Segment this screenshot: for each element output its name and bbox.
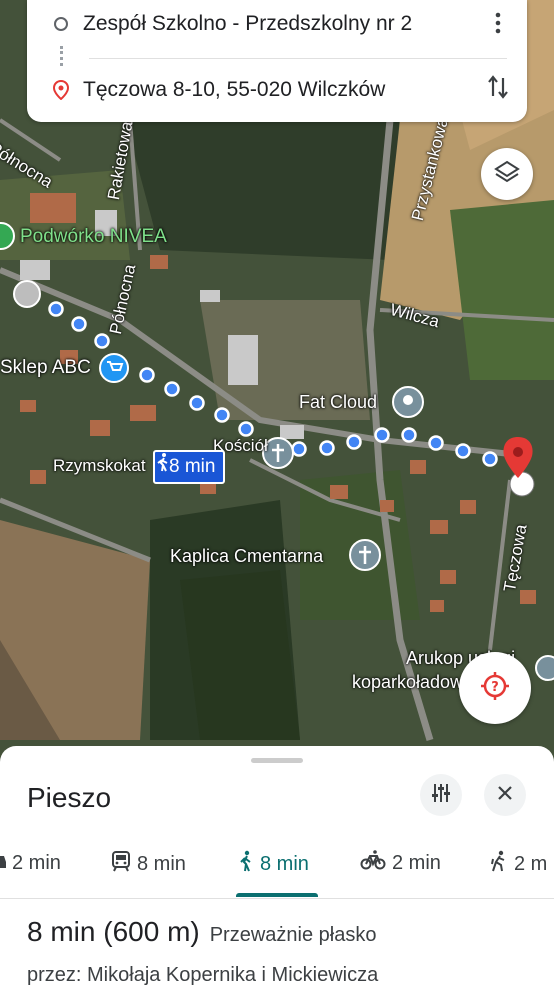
route-connector [60, 46, 66, 66]
directions-card: Zespół Szkolno - Przedszkolny nr 2 Tęczo… [27, 0, 527, 122]
selected-tab-indicator [236, 893, 318, 897]
route-terrain-note: Przeważnie płasko [209, 924, 377, 946]
tab-ride-label: 2 m [514, 852, 548, 875]
train-icon [111, 850, 131, 878]
map-label-kaplica[interactable]: Kaplica Cmentarna [170, 546, 323, 567]
map-label-sklep[interactable]: Sklep ABC [0, 357, 91, 379]
origin-row[interactable]: Zespół Szkolno - Przedszkolny nr 2 [53, 12, 487, 36]
walk-icon [238, 850, 254, 878]
sheet-drag-handle[interactable] [251, 758, 303, 763]
bike-icon [360, 850, 386, 876]
map-label-podworko[interactable]: Podwórko NIVEA [20, 226, 167, 248]
close-icon [497, 785, 513, 806]
destination-field[interactable]: Tęczowa 8-10, 55-020 Wilczków [83, 78, 385, 102]
swap-directions-icon[interactable] [487, 74, 509, 106]
ride-icon [490, 850, 508, 878]
svg-text:?: ? [491, 680, 499, 695]
tab-car[interactable]: 2 min [0, 850, 61, 876]
destination-pin-icon [53, 80, 83, 100]
field-divider [89, 58, 507, 59]
tab-walking-label: 8 min [260, 852, 309, 875]
sheet-title: Pieszo [27, 782, 112, 813]
route-badge-label: 8 min [169, 456, 216, 477]
tab-walking[interactable]: 8 min [238, 850, 309, 878]
destination-row[interactable]: Tęczowa 8-10, 55-020 Wilczków [53, 78, 487, 102]
tab-bike-label: 2 min [392, 851, 441, 874]
close-button[interactable] [484, 774, 526, 816]
route-via: przez: Mikołaja Kopernika i Mickiewicza [27, 964, 379, 986]
more-options-icon[interactable] [495, 12, 501, 40]
tab-bike[interactable]: 2 min [360, 850, 441, 876]
my-location-button[interactable]: ? [459, 652, 531, 724]
tab-transit-label: 8 min [137, 852, 186, 875]
route-duration-badge[interactable]: 8 min [153, 450, 226, 484]
layers-button[interactable] [481, 148, 533, 200]
directions-bottom-sheet: Pieszo 2 min 8 min 8 min 2 min 2 m 8 min… [0, 746, 554, 999]
map-label-rzymskokat: Rzymskokat [53, 456, 146, 475]
tab-car-label: 2 min [12, 851, 61, 874]
map-label-fatcloud[interactable]: Fat Cloud [299, 392, 377, 413]
route-summary[interactable]: 8 min (600 m) Przeważnie płasko [27, 916, 376, 948]
tune-icon [430, 782, 452, 809]
route-time-distance: 8 min (600 m) [27, 916, 200, 947]
layers-icon [494, 159, 520, 190]
origin-circle-icon [53, 16, 83, 32]
tab-ride[interactable]: 2 m [490, 850, 547, 878]
car-icon [0, 850, 6, 876]
location-unknown-icon: ? [479, 670, 511, 707]
tab-transit[interactable]: 8 min [111, 850, 186, 878]
origin-field[interactable]: Zespół Szkolno - Przedszkolny nr 2 [83, 12, 412, 36]
travel-mode-tabs: 2 min 8 min 8 min 2 min 2 m [0, 840, 554, 899]
route-options-button[interactable] [420, 774, 462, 816]
